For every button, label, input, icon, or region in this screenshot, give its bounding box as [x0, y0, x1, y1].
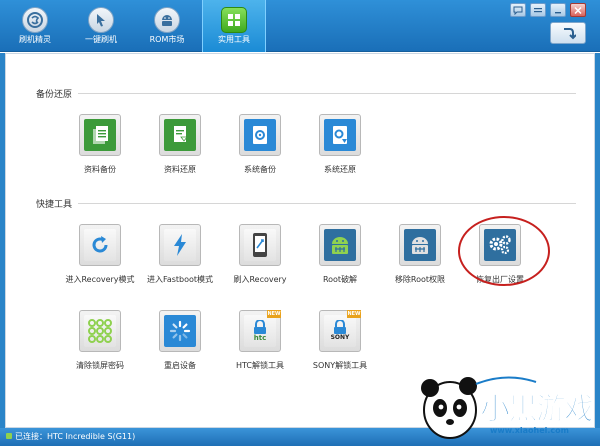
tool-system-restore[interactable]: 系统还原: [300, 114, 380, 175]
tool-clear-lock-password[interactable]: 清除锁屏密码: [60, 310, 140, 371]
system-restore-icon: [324, 119, 356, 151]
speech-bubble-icon: [513, 6, 523, 15]
system-backup-icon: [244, 119, 276, 151]
menu-button[interactable]: [530, 3, 546, 17]
refresh-icon: [84, 229, 116, 261]
tab-label: 一键刷机: [85, 35, 117, 44]
new-badge: NEW: [347, 310, 361, 318]
minimize-icon: [555, 11, 561, 13]
tool-label: 资料备份: [84, 165, 116, 174]
tool-label: HTC解锁工具: [235, 361, 285, 370]
sony-unlock-icon: SONY: [324, 315, 356, 347]
tool-label: 清除锁屏密码: [76, 361, 124, 370]
minimize-button[interactable]: [550, 3, 566, 17]
tool-data-backup[interactable]: 资料备份: [60, 114, 140, 175]
watermark-url: www.xiaohei.com: [490, 426, 569, 435]
tab-shuajijingling[interactable]: 刷机精灵: [4, 0, 66, 52]
tool-data-restore[interactable]: 资料还原: [140, 114, 220, 175]
menu-icon: [534, 7, 542, 12]
tool-flash-recovery[interactable]: 刷入Recovery: [220, 224, 300, 285]
tool-enter-fastboot[interactable]: 进入Fastboot模式: [140, 224, 220, 285]
tool-label: 系统备份: [244, 165, 276, 174]
data-restore-icon: [164, 119, 196, 151]
top-navigation-bar: 刷机精灵 一键刷机 ROM市场 实用工具: [0, 0, 600, 52]
tab-label: ROM市场: [149, 35, 185, 44]
new-badge: NEW: [267, 310, 281, 318]
tool-root[interactable]: Root破解: [300, 224, 380, 285]
grid-icon: [221, 7, 247, 33]
section-divider: [78, 93, 576, 94]
phone-icon: [244, 229, 276, 261]
section-title-backup: 备份还原: [36, 90, 73, 100]
tool-reboot-device[interactable]: 重启设备: [140, 310, 220, 371]
tool-label: 重启设备: [164, 361, 196, 370]
cursor-icon: [88, 7, 114, 33]
tool-sony-unlock[interactable]: SONY NEW SONY解锁工具: [300, 310, 380, 371]
android-root-icon: [324, 229, 356, 261]
tab-utilities[interactable]: 实用工具: [202, 0, 266, 52]
brand-label: SONY: [330, 334, 350, 341]
brand-label: htc: [253, 334, 267, 342]
tool-remove-root[interactable]: 移除Root权限: [380, 224, 460, 285]
tool-label: 系统还原: [324, 165, 356, 174]
tool-enter-recovery[interactable]: 进入Recovery模式: [60, 224, 140, 285]
close-button[interactable]: [570, 3, 586, 17]
tab-label: 实用工具: [218, 35, 250, 44]
android-icon: [154, 7, 180, 33]
htc-unlock-icon: htc: [244, 315, 276, 347]
android-unroot-icon: [404, 229, 436, 261]
tool-label: 刷入Recovery: [233, 275, 287, 284]
reboot-spinner-icon: [164, 315, 196, 347]
close-icon: [574, 6, 582, 14]
tool-htc-unlock[interactable]: htc NEW HTC解锁工具: [220, 310, 300, 371]
section-divider: [78, 203, 576, 204]
tool-label: 资料还原: [164, 165, 196, 174]
tool-label: SONY解锁工具: [312, 361, 368, 370]
tab-label: 刷机精灵: [19, 35, 51, 44]
lightning-icon: [164, 229, 196, 261]
watermark: 小黑游戏 www.xiaohei.com: [410, 370, 600, 446]
connection-status: 已连接：HTC Incredible S(G11): [15, 432, 136, 441]
tool-label: 进入Recovery模式: [65, 275, 135, 284]
tool-system-backup[interactable]: 系统备份: [220, 114, 300, 175]
watermark-text: 小黑游戏: [480, 392, 595, 428]
data-backup-icon: [84, 119, 116, 151]
feedback-button[interactable]: [510, 3, 526, 17]
tab-one-click-flash[interactable]: 一键刷机: [70, 0, 132, 52]
return-arrow-icon: [564, 28, 576, 40]
tab-rom-market[interactable]: ROM市场: [136, 0, 198, 52]
pattern-lock-icon: [84, 315, 116, 347]
tool-label: 进入Fastboot模式: [146, 275, 214, 284]
tool-label: 移除Root权限: [394, 275, 446, 284]
section-title-quick-tools: 快捷工具: [36, 200, 73, 210]
connection-icon: [6, 433, 12, 439]
back-button[interactable]: [550, 22, 586, 44]
shuajijingling-icon: [22, 7, 48, 33]
highlight-circle: [458, 216, 550, 286]
tool-label: Root破解: [322, 275, 358, 284]
